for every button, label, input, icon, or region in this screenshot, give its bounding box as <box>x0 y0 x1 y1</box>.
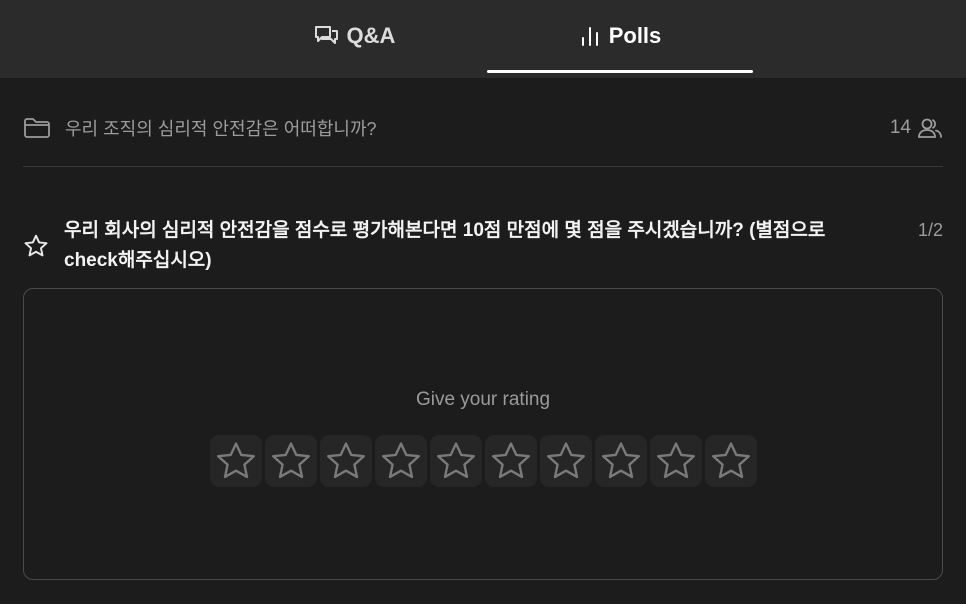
active-tab-indicator <box>487 70 753 73</box>
star-rating <box>210 435 757 487</box>
tab-bar: Q&A Polls <box>0 0 966 78</box>
tab-polls-label: Polls <box>608 23 662 48</box>
chat-bubble-icon <box>314 26 338 44</box>
question-text: 우리 회사의 심리적 안전감을 점수로 평가해본다면 10점 만점에 몇 점을 … <box>64 220 826 271</box>
rating-prompt: Give your rating <box>415 389 551 410</box>
star-outline-icon <box>24 234 48 257</box>
rating-box: Give your rating <box>23 288 943 580</box>
star-button-6[interactable] <box>485 435 537 487</box>
tab-polls[interactable]: Polls <box>487 0 753 78</box>
star-icon <box>272 442 310 479</box>
star-icon <box>712 442 750 479</box>
star-button-7[interactable] <box>540 435 592 487</box>
bar-chart-icon <box>581 27 598 46</box>
folder-icon <box>24 118 50 138</box>
star-button-5[interactable] <box>430 435 482 487</box>
poll-header[interactable]: 우리 조직의 심리적 안전감은 어떠합니까? 14 <box>23 108 943 148</box>
poll-title: 우리 조직의 심리적 안전감은 어떠합니까? <box>65 119 377 139</box>
star-button-1[interactable] <box>210 435 262 487</box>
star-icon <box>492 442 530 479</box>
star-icon <box>657 442 695 479</box>
tab-qa[interactable]: Q&A <box>221 0 487 78</box>
star-icon <box>437 442 475 479</box>
star-button-8[interactable] <box>595 435 647 487</box>
star-icon <box>547 442 585 479</box>
star-button-10[interactable] <box>705 435 757 487</box>
users-icon <box>918 118 942 138</box>
star-icon <box>382 442 420 479</box>
star-icon <box>327 442 365 479</box>
header-divider <box>23 166 943 167</box>
question-counter: 1/2 <box>917 220 943 240</box>
tab-qa-label: Q&A <box>346 23 396 48</box>
star-button-9[interactable] <box>650 435 702 487</box>
star-icon <box>602 442 640 479</box>
star-button-3[interactable] <box>320 435 372 487</box>
participant-count-value: 14 <box>889 117 911 138</box>
participants-count: 14 <box>890 116 943 140</box>
star-button-2[interactable] <box>265 435 317 487</box>
star-icon <box>217 442 255 479</box>
star-button-4[interactable] <box>375 435 427 487</box>
